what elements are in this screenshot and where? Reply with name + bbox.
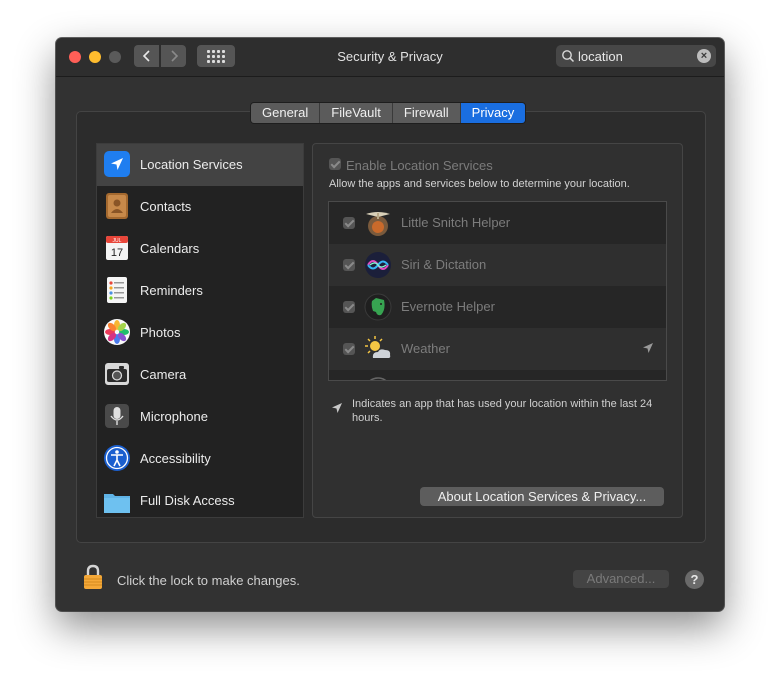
search-icon — [562, 50, 575, 63]
microphone-icon — [105, 404, 129, 428]
clear-search-icon[interactable]: × — [697, 49, 711, 63]
sidebar-item-contacts[interactable]: Contacts — [97, 186, 303, 228]
search-field[interactable]: × — [556, 45, 716, 67]
app-checkbox[interactable] — [343, 259, 355, 271]
location-arrow-icon — [332, 403, 342, 413]
calendar-icon: JUL 17 — [106, 236, 128, 260]
lock-icon[interactable] — [83, 564, 103, 590]
tab-firewall[interactable]: Firewall — [392, 103, 461, 123]
sidebar-item-accessibility[interactable]: Accessibility — [97, 438, 303, 480]
app-checkbox[interactable] — [343, 343, 355, 355]
sidebar-item-label: Microphone — [140, 409, 208, 424]
sidebar-item-full-disk-access[interactable]: Full Disk Access — [97, 480, 303, 517]
lock-message: Click the lock to make changes. — [117, 573, 300, 588]
app-checkbox[interactable] — [343, 217, 355, 229]
svg-text:17: 17 — [111, 247, 123, 259]
sidebar-item-photos[interactable]: Photos — [97, 312, 303, 354]
weather-icon — [365, 336, 391, 358]
app-name: Siri & Dictation — [401, 257, 487, 272]
evernote-icon — [364, 293, 392, 321]
search-input[interactable] — [578, 46, 693, 66]
app-icon — [369, 377, 387, 380]
sidebar-item-label: Full Disk Access — [140, 493, 235, 508]
recent-location-icon — [643, 343, 653, 353]
sidebar-item-label: Reminders — [140, 283, 203, 298]
sidebar-item-label: Accessibility — [140, 451, 211, 466]
sidebar-item-camera[interactable]: Camera — [97, 354, 303, 396]
tab-filevault[interactable]: FileVault — [320, 103, 393, 123]
accessibility-icon — [104, 445, 130, 471]
location-arrow-icon — [104, 151, 130, 177]
app-name: Little Snitch Helper — [401, 215, 511, 230]
help-button[interactable]: ? — [685, 570, 704, 589]
sidebar-item-label: Location Services — [140, 157, 243, 172]
advanced-button[interactable]: Advanced... — [573, 570, 669, 588]
sidebar-item-location-services[interactable]: Location Services — [97, 144, 303, 186]
location-description: Allow the apps and services below to det… — [329, 178, 630, 190]
sidebar-item-label: Photos — [140, 325, 181, 340]
list-item-siri-dictation: Siri & Dictation — [329, 244, 666, 286]
sidebar-item-microphone[interactable]: Microphone — [97, 396, 303, 438]
location-usage-note: Indicates an app that has used your loca… — [352, 398, 653, 424]
title-bar: Security & Privacy × — [56, 38, 724, 77]
tab-bar: General FileVault Firewall Privacy — [250, 102, 527, 124]
sidebar-item-calendars[interactable]: JUL 17 Calendars — [97, 228, 303, 270]
siri-icon — [365, 252, 391, 278]
sidebar-item-label: Calendars — [140, 241, 200, 256]
app-list: Little Snitch Helper Siri & Dictation Ev… — [328, 201, 667, 381]
app-checkbox[interactable] — [343, 301, 355, 313]
svg-text:JUL: JUL — [113, 238, 122, 244]
sidebar-item-label: Camera — [140, 367, 187, 382]
reminders-list-icon — [107, 277, 127, 303]
contacts-book-icon — [106, 193, 128, 219]
sidebar-item-reminders[interactable]: Reminders — [97, 270, 303, 312]
list-item-weather: Weather — [329, 328, 666, 370]
photos-flower-icon — [104, 319, 130, 345]
enable-location-label: Enable Location Services — [346, 158, 493, 173]
sidebar-item-label: Contacts — [140, 199, 192, 214]
app-name: Weather — [401, 341, 450, 356]
list-item-little-snitch-helper: Little Snitch Helper — [329, 202, 666, 244]
security-privacy-window: Security & Privacy × General FileVault F… — [56, 38, 724, 611]
list-item-evernote-helper: Evernote Helper — [329, 286, 666, 328]
tab-privacy[interactable]: Privacy — [460, 103, 526, 123]
camera-icon — [105, 363, 129, 385]
about-location-services-button[interactable]: About Location Services & Privacy... — [420, 487, 664, 506]
tab-general[interactable]: General — [251, 103, 321, 123]
privacy-category-list: Location Services Contacts JUL 17 Calend… — [96, 143, 304, 518]
app-name: Evernote Helper — [401, 299, 495, 314]
enable-location-checkbox[interactable] — [329, 158, 341, 170]
folder-icon — [104, 494, 130, 513]
little-snitch-icon — [366, 212, 390, 236]
list-item-partial — [329, 370, 666, 380]
location-services-panel: Enable Location Services Allow the apps … — [312, 143, 683, 518]
